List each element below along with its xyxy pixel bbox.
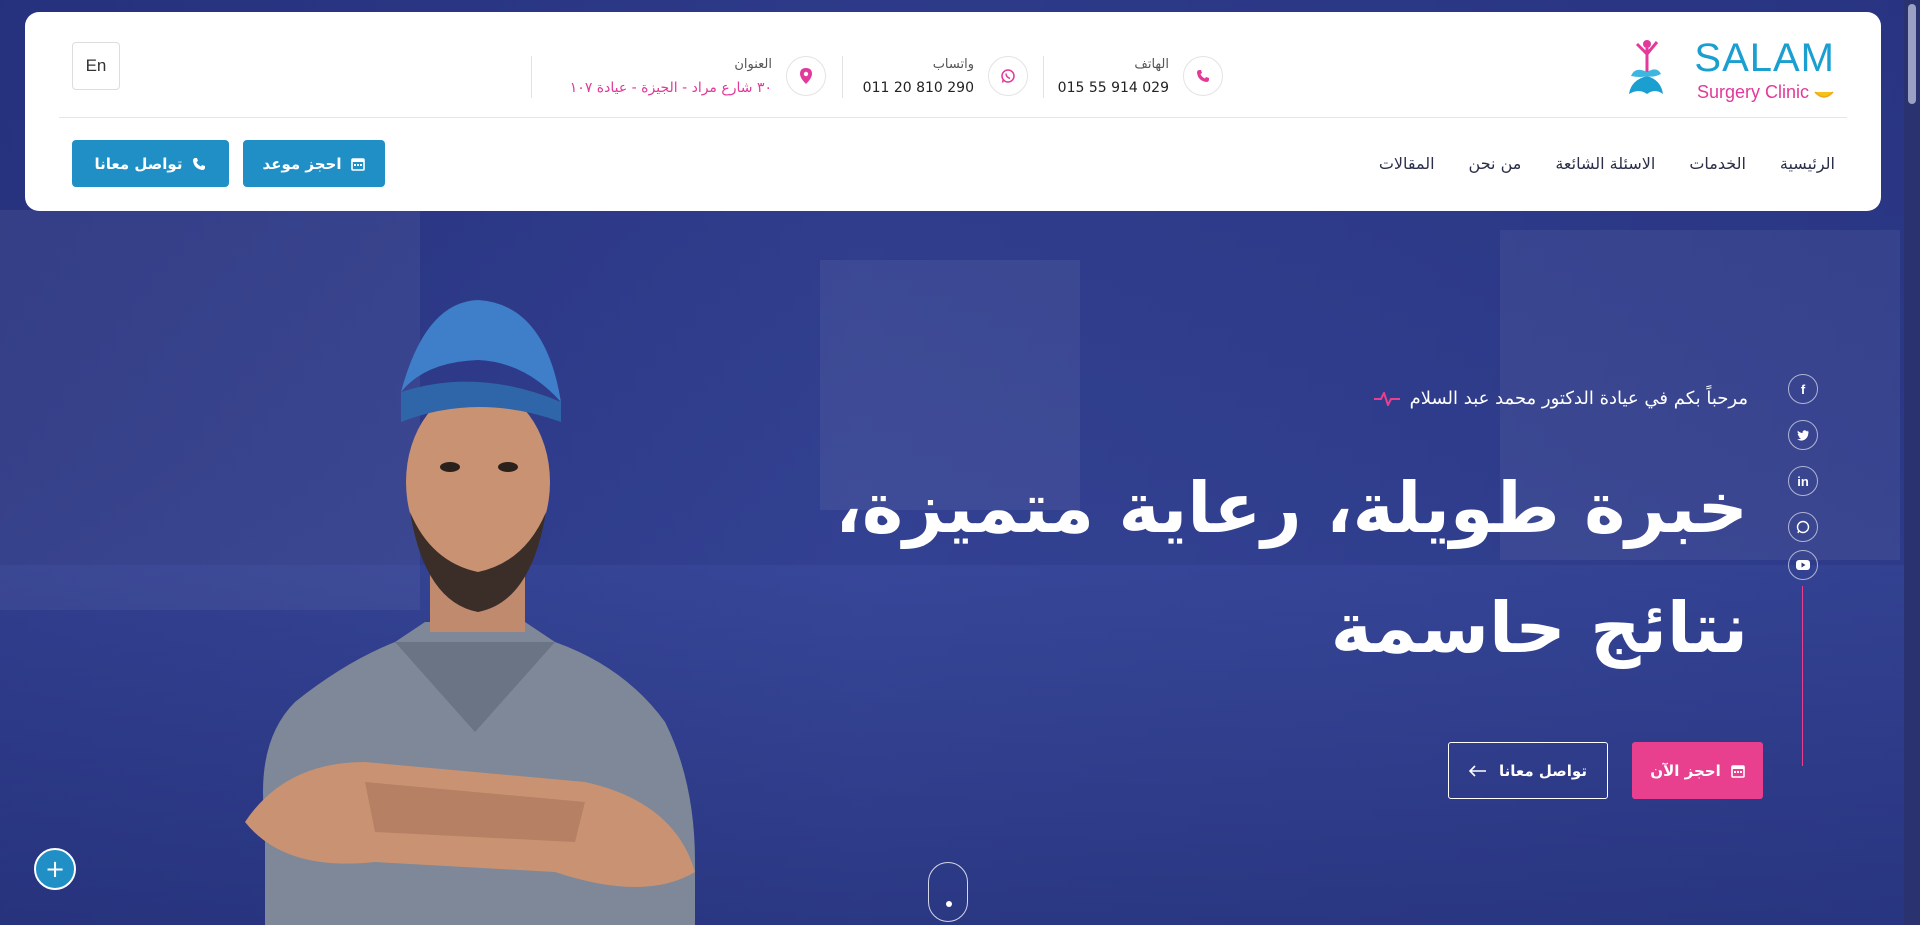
youtube-icon[interactable]: [1788, 550, 1818, 580]
contact-us-hero-label: تواصل معانا: [1499, 761, 1587, 780]
logo-wordmark: SALAM: [1694, 36, 1835, 80]
calendar-icon: [351, 157, 366, 171]
heartbeat-icon: [1373, 391, 1400, 406]
nav-item-home[interactable]: الرئيسية: [1780, 154, 1835, 173]
doctor-portrait: [245, 300, 695, 925]
main-nav: الرئيسية الخدمات الاسئلة الشائعة من نحن …: [1379, 154, 1835, 173]
contact-us-header-button[interactable]: تواصل معانا: [72, 140, 229, 187]
location-pin-icon: [786, 56, 826, 96]
phone-label: الهاتف: [1134, 56, 1169, 72]
twitter-icon[interactable]: [1788, 420, 1818, 450]
headline-line-2: نتائج حاسمة: [1330, 587, 1748, 669]
whatsapp-label: واتساب: [932, 56, 974, 72]
whatsapp-social-icon[interactable]: [1788, 512, 1818, 542]
nav-item-services[interactable]: الخدمات: [1689, 154, 1746, 173]
page-scrollbar[interactable]: [1904, 0, 1920, 925]
contact-separator: [1043, 56, 1044, 98]
whatsapp-value: 011 20 810 290: [862, 79, 974, 96]
arrow-left-icon: [1469, 764, 1487, 777]
address-label: العنوان: [734, 56, 772, 72]
logo-subtitle: Surgery Clinic: [1696, 82, 1809, 102]
linkedin-icon[interactable]: in: [1788, 466, 1818, 496]
scrollbar-thumb[interactable]: [1908, 4, 1916, 104]
language-toggle[interactable]: En: [72, 42, 120, 90]
nav-item-articles[interactable]: المقالات: [1379, 154, 1435, 173]
phone-icon: [1183, 56, 1223, 96]
contact-us-hero-button[interactable]: تواصل معانا: [1448, 742, 1608, 799]
social-divider-line: [1802, 586, 1803, 766]
social-links: f in: [1788, 374, 1818, 766]
clinic-logo[interactable]: SALAM Surgery Clinic: [1625, 32, 1835, 102]
floating-plus-button[interactable]: +: [34, 848, 76, 890]
scroll-dot: [946, 901, 952, 907]
contact-separator: [531, 56, 532, 98]
phone-icon: [193, 157, 206, 170]
welcome-line: مرحباً بكم في عيادة الدكتور محمد عبد الس…: [1373, 388, 1748, 409]
header-divider: [59, 117, 1847, 118]
logo-mark-icon: [1629, 40, 1663, 94]
contact-address[interactable]: العنوان ٣٠ شارع مراد - الجيزة - عيادة ١٠…: [570, 46, 826, 106]
contact-us-header-label: تواصل معانا: [94, 154, 183, 173]
smile-icon: [1814, 91, 1834, 98]
scroll-down-indicator[interactable]: [928, 862, 968, 922]
book-now-label: احجز الآن: [1650, 761, 1721, 780]
welcome-text: مرحباً بكم في عيادة الدكتور محمد عبد الس…: [1409, 388, 1748, 409]
nav-item-about[interactable]: من نحن: [1469, 154, 1522, 173]
contact-whatsapp[interactable]: واتساب 011 20 810 290: [863, 46, 1028, 106]
headline-line-1: خبرة طويلة، رعاية متميزة،: [835, 467, 1748, 549]
address-value: ٣٠ شارع مراد - الجيزة - عيادة ١٠٧: [569, 79, 772, 96]
hero-headline: خبرة طويلة، رعاية متميزة، نتائج حاسمة: [748, 448, 1748, 688]
calendar-icon: [1730, 764, 1745, 778]
whatsapp-icon: [988, 56, 1028, 96]
contact-separator: [842, 56, 843, 98]
book-now-button[interactable]: احجز الآن: [1632, 742, 1763, 799]
nav-item-faq[interactable]: الاسئلة الشائعة: [1555, 154, 1655, 173]
book-appointment-button[interactable]: احجز موعد: [243, 140, 385, 187]
facebook-icon[interactable]: f: [1788, 374, 1818, 404]
phone-value: 015 55 914 029: [1057, 79, 1169, 96]
site-header: SALAM Surgery Clinic الهاتف 015 55 914 0…: [25, 12, 1881, 211]
book-appointment-label: احجز موعد: [262, 154, 342, 173]
contact-phone[interactable]: الهاتف 015 55 914 029: [1058, 46, 1223, 106]
